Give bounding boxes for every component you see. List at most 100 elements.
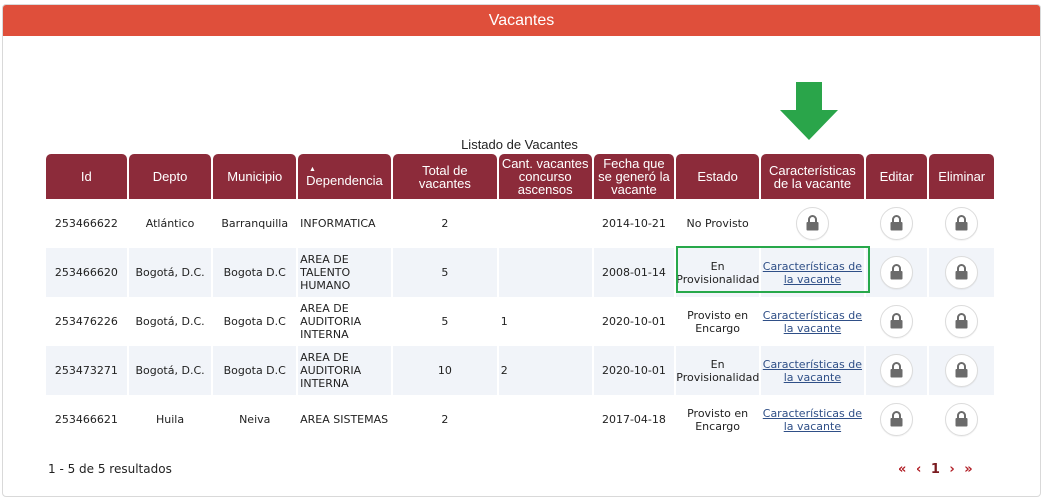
- column-header-caracteristicas[interactable]: Características de la vacante: [760, 154, 864, 199]
- cell-cant: 2: [498, 346, 592, 395]
- column-header-dependencia-label: Dependencia: [306, 173, 383, 188]
- cell-estado: En Provisionalidad: [676, 248, 759, 297]
- table-row: 253476226 Bogotá, D.C. Bogota D.C AREA DE A…: [46, 297, 994, 346]
- pager-last-button[interactable]: »: [964, 462, 972, 477]
- cell-eliminar: [929, 248, 994, 297]
- caracteristicas-link[interactable]: Características de la vacante: [763, 260, 862, 286]
- table-caption: Listado de Vacantes: [461, 137, 578, 152]
- cell-eliminar: [929, 199, 994, 248]
- caracteristicas-lock-button[interactable]: [795, 207, 829, 240]
- cell-total: 5: [441, 315, 449, 328]
- cell-dependencia: INFORMATICA: [300, 217, 376, 230]
- cell-depto: Bogotá, D.C.: [128, 248, 212, 297]
- column-header-eliminar: Eliminar: [929, 154, 994, 199]
- caracteristicas-link[interactable]: Características de la vacante: [763, 309, 862, 335]
- column-header-editar: Editar: [865, 154, 928, 199]
- edit-lock-button[interactable]: [880, 403, 914, 436]
- cell-municipio: Bogota D.C: [213, 346, 297, 395]
- table-row: 253466620 Bogotá, D.C. Bogota D.C AREA DE T…: [46, 248, 994, 297]
- cell-fecha: 2020-10-01: [593, 346, 675, 395]
- cell-id: 253466621: [54, 413, 118, 426]
- cell-eliminar: [929, 346, 994, 395]
- table-header-row: Id Depto Municipio ▲ Dependencia Total d…: [46, 154, 994, 199]
- cell-depto: Bogotá, D.C.: [128, 346, 212, 395]
- cell-dependencia: AREA DE AUDITORIA INTERNA: [300, 302, 362, 341]
- edit-lock-button[interactable]: [880, 305, 914, 338]
- cell-editar: [866, 199, 928, 248]
- pager-first-button[interactable]: «: [898, 462, 906, 477]
- sort-ascending-icon: ▲: [309, 166, 316, 173]
- pager-current-page[interactable]: 1: [931, 462, 940, 477]
- cell-eliminar: [929, 395, 994, 444]
- cell-municipio: Neiva: [239, 413, 271, 426]
- cell-id: 253476226: [54, 315, 118, 328]
- cell-caracteristicas: Características de la vacante: [761, 395, 864, 444]
- panel-title: Vacantes: [3, 5, 1040, 36]
- table-row: 253466621 Huila Neiva AREA SISTEMAS 2 2017-04…: [46, 395, 994, 444]
- cell-editar: [866, 297, 928, 346]
- cell-estado: Provisto en Encargo: [687, 406, 749, 433]
- pager-prev-button[interactable]: ‹: [916, 462, 921, 477]
- delete-lock-button[interactable]: [945, 207, 979, 240]
- cell-municipio: Barranquilla: [221, 217, 289, 230]
- delete-lock-button[interactable]: [945, 354, 979, 387]
- cell-caracteristicas: Características de la vacante: [760, 248, 864, 297]
- cell-total: 2: [441, 217, 449, 230]
- pagination: « ‹ 1 › »: [898, 462, 978, 477]
- cell-id: 253466622: [54, 217, 118, 230]
- column-header-municipio[interactable]: Municipio: [213, 154, 297, 199]
- results-count: 1 - 5 de 5 resultados: [48, 462, 172, 476]
- cell-caracteristicas: Características de la vacante: [760, 346, 864, 395]
- cell-total: 10: [392, 346, 497, 395]
- cell-depto: Bogotá, D.C.: [135, 315, 205, 328]
- cell-estado: Provisto en Encargo: [687, 308, 749, 335]
- pager-next-button[interactable]: ›: [949, 462, 954, 477]
- column-header-depto[interactable]: Depto: [128, 154, 212, 199]
- cell-cant: [498, 248, 592, 297]
- arrow-down-icon: [780, 82, 838, 140]
- caracteristicas-link[interactable]: Características de la vacante: [763, 407, 862, 433]
- cell-id: 253466620: [46, 248, 127, 297]
- delete-lock-button[interactable]: [945, 305, 979, 338]
- cell-eliminar: [929, 297, 994, 346]
- cell-estado: No Provisto: [686, 217, 749, 230]
- cell-cant: [499, 395, 592, 444]
- cell-editar: [866, 395, 928, 444]
- column-header-estado[interactable]: Estado: [676, 154, 759, 199]
- cell-id: 253473271: [46, 346, 127, 395]
- cell-caracteristicas: [761, 199, 864, 248]
- column-header-cant[interactable]: Cant. vacantes concurso ascensos: [498, 154, 592, 199]
- cell-fecha: 2020-10-01: [601, 315, 666, 328]
- cell-editar: [865, 248, 928, 297]
- cell-fecha: 2008-01-14: [593, 248, 675, 297]
- delete-lock-button[interactable]: [945, 256, 979, 289]
- cell-estado: En Provisionalidad: [676, 346, 759, 395]
- table-row: 253466622 Atlántico Barranquilla INFORMATIC…: [46, 199, 994, 248]
- edit-lock-button[interactable]: [880, 256, 914, 289]
- cell-cant: [499, 199, 592, 248]
- cell-fecha: 2017-04-18: [601, 413, 666, 426]
- caracteristicas-link[interactable]: Características de la vacante: [763, 358, 862, 384]
- column-header-id[interactable]: Id: [46, 154, 127, 199]
- cell-cant: 1: [500, 315, 508, 328]
- cell-dependencia: AREA DE TALENTO HUMANO: [298, 248, 391, 297]
- table-row: 253473271 Bogotá, D.C. Bogota D.C AREA DE A…: [46, 346, 994, 395]
- delete-lock-button[interactable]: [945, 403, 979, 436]
- cell-municipio: Bogota D.C: [213, 248, 297, 297]
- cell-total: 5: [392, 248, 497, 297]
- column-header-total[interactable]: Total de vacantes: [392, 154, 497, 199]
- cell-fecha: 2014-10-21: [601, 217, 666, 230]
- edit-lock-button[interactable]: [880, 207, 914, 240]
- cell-depto: Atlántico: [145, 217, 195, 230]
- cell-total: 2: [441, 413, 449, 426]
- cell-depto: Huila: [155, 413, 185, 426]
- cell-caracteristicas: Características de la vacante: [761, 297, 864, 346]
- cell-dependencia: AREA DE AUDITORIA INTERNA: [298, 346, 391, 395]
- column-header-fecha[interactable]: Fecha que se generó la vacante: [593, 154, 675, 199]
- vacantes-table: Id Depto Municipio ▲ Dependencia Total d…: [44, 154, 996, 444]
- cell-municipio: Bogota D.C: [223, 315, 286, 328]
- cell-editar: [865, 346, 928, 395]
- column-header-dependencia[interactable]: ▲ Dependencia: [298, 154, 391, 199]
- cell-dependencia: AREA SISTEMAS: [300, 413, 389, 426]
- edit-lock-button[interactable]: [880, 354, 914, 387]
